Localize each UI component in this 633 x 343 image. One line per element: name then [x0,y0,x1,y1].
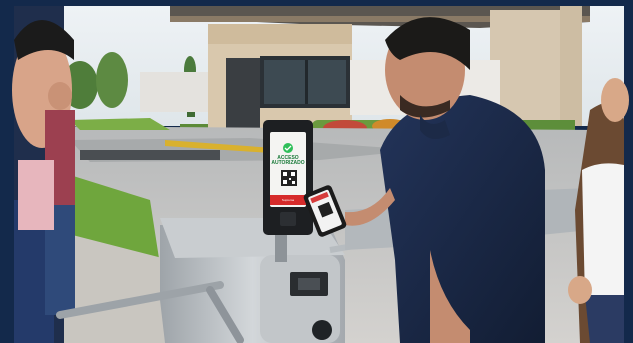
terminal-brand-label: Suprema [281,198,295,202]
terminal-status-line-2: AUTORIZADO [271,160,305,166]
photo-frame: ACCESO AUTORIZADO Suprema [0,0,633,343]
photo-scene [0,0,633,343]
terminal-post [275,232,287,262]
access-terminal [263,120,313,235]
distant-building [140,72,210,112]
